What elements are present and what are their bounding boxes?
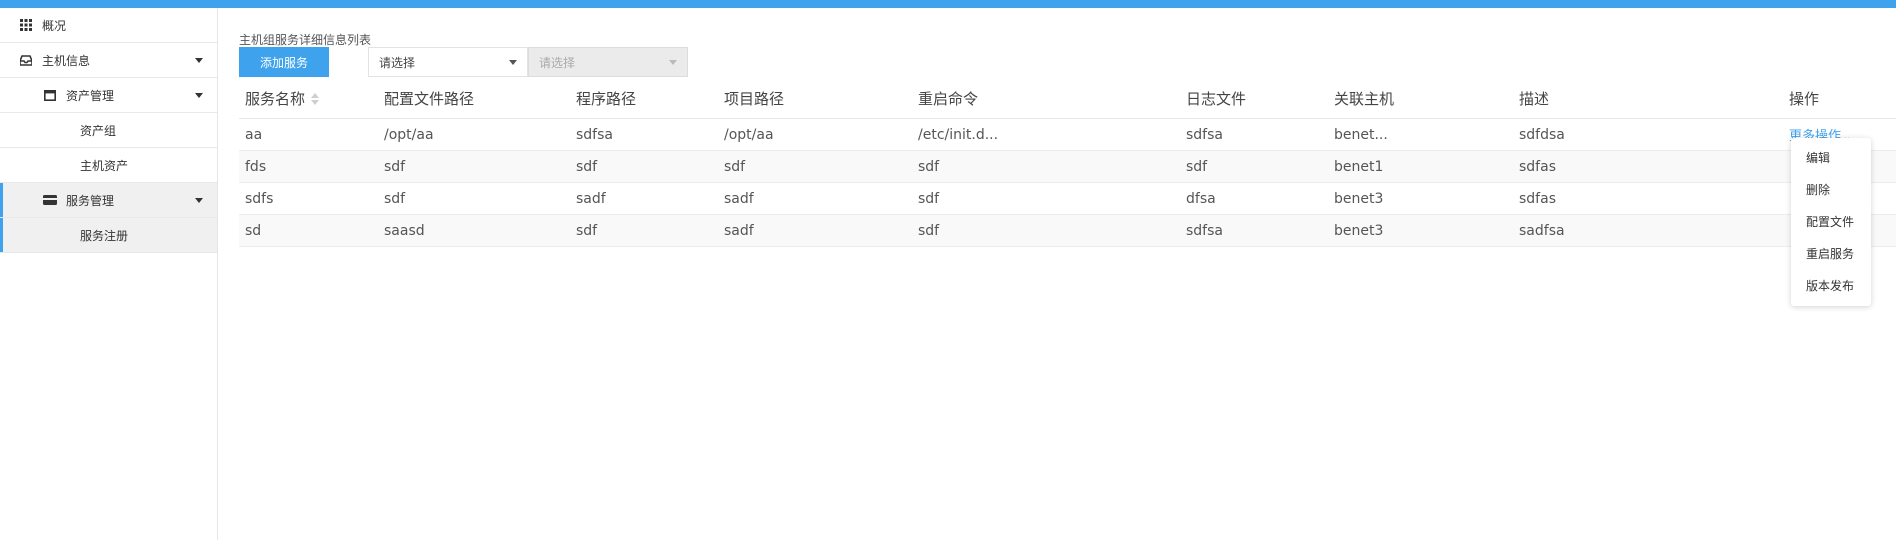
select-placeholder: 请选择 xyxy=(539,55,576,70)
service-name-link[interactable]: sdfs xyxy=(239,182,378,215)
table-cell: sdf xyxy=(912,182,1180,215)
table-cell: sadf xyxy=(570,182,718,215)
table-cell: sdf xyxy=(378,150,570,183)
select-dropdown-2: 请选择 xyxy=(528,47,688,77)
column-header: 描述 xyxy=(1513,78,1783,119)
table-cell: sdfsa xyxy=(1180,118,1328,151)
sidebar-item-asset-management[interactable]: 资产管理 xyxy=(0,78,217,113)
column-header: 项目路径 xyxy=(718,78,912,119)
sidebar-item-overview[interactable]: 概况 xyxy=(0,8,217,43)
inbox-icon xyxy=(18,53,34,67)
menu-item-config-file[interactable]: 配置文件 xyxy=(1791,206,1871,238)
column-header: 配置文件路径 xyxy=(378,78,570,119)
table-cell: sdf xyxy=(1180,150,1328,183)
table-row: fds sdf sdf sdf sdf sdf benet1 sdfas xyxy=(239,150,1896,183)
credit-card-icon xyxy=(42,193,58,207)
sidebar-item-label: 概况 xyxy=(42,18,67,33)
service-name-link[interactable]: fds xyxy=(239,150,378,183)
service-name-link[interactable]: aa xyxy=(239,118,378,151)
table-cell: sdf xyxy=(570,150,718,183)
table-cell: sdf xyxy=(912,214,1180,247)
sort-icon[interactable] xyxy=(311,93,320,105)
table-cell: benet1 xyxy=(1328,150,1513,183)
column-header: 日志文件 xyxy=(1180,78,1328,119)
table-cell: sadf xyxy=(718,182,912,215)
column-header[interactable]: 服务名称 xyxy=(239,78,378,119)
sidebar-item-label: 资产管理 xyxy=(66,88,115,103)
chevron-down-icon xyxy=(195,198,203,203)
sidebar-item-asset-group[interactable]: 资产组 xyxy=(0,113,217,148)
table-cell: sadf xyxy=(718,214,912,247)
top-bar xyxy=(0,0,1896,8)
add-service-button[interactable]: 添加服务 xyxy=(239,47,329,77)
table-cell: sdfas xyxy=(1513,150,1783,183)
menu-item-release-version[interactable]: 版本发布 xyxy=(1791,270,1871,302)
chevron-down-icon xyxy=(509,60,517,65)
column-header: 操作 xyxy=(1783,78,1896,119)
sidebar-item-label: 服务注册 xyxy=(80,228,129,243)
table-cell: sdf xyxy=(378,182,570,215)
column-header: 程序路径 xyxy=(570,78,718,119)
table-cell: saasd xyxy=(378,214,570,247)
table-cell: benet3 xyxy=(1328,182,1513,215)
menu-item-restart-service[interactable]: 重启服务 xyxy=(1791,238,1871,270)
sidebar-item-label: 主机资产 xyxy=(80,158,129,173)
table-cell: sadfsa xyxy=(1513,214,1783,247)
service-table: 服务名称 配置文件路径 程序路径 项目路径 重启命令 日志文件 关联主机 描述 … xyxy=(239,78,1896,247)
table-cell: dfsa xyxy=(1180,182,1328,215)
table-row: aa /opt/aa sdfsa /opt/aa /etc/init.d... … xyxy=(239,118,1896,151)
column-header: 重启命令 xyxy=(912,78,1180,119)
chevron-down-icon xyxy=(195,58,203,63)
more-actions-dropdown: 编辑 删除 配置文件 重启服务 版本发布 xyxy=(1791,138,1871,306)
select-placeholder: 请选择 xyxy=(379,55,416,70)
table-cell: sdf xyxy=(912,150,1180,183)
sidebar: 概况 主机信息 资产管理 资产组 主机资产 服务管理 服务注册 xyxy=(0,8,218,540)
sidebar-item-service-registration[interactable]: 服务注册 xyxy=(0,218,217,253)
sidebar-item-label: 服务管理 xyxy=(66,193,115,208)
sidebar-item-host-info[interactable]: 主机信息 xyxy=(0,43,217,78)
sidebar-item-service-management[interactable]: 服务管理 xyxy=(0,183,217,218)
table-cell: sdfas xyxy=(1513,182,1783,215)
main-content: 主机组服务详细信息列表 添加服务 请选择 请选择 服务名称 配置文件路径 程序路… xyxy=(218,8,1896,540)
table-cell: sdfsa xyxy=(1180,214,1328,247)
service-name-link[interactable]: sd xyxy=(239,214,378,247)
sidebar-item-label: 主机信息 xyxy=(42,53,91,68)
table-cell: benet... xyxy=(1328,118,1513,151)
column-header: 关联主机 xyxy=(1328,78,1513,119)
table-cell: /opt/aa xyxy=(378,118,570,151)
table-cell: sdf xyxy=(570,214,718,247)
table-cell: sdfsa xyxy=(570,118,718,151)
menu-item-delete[interactable]: 删除 xyxy=(1791,174,1871,206)
table-cell: /etc/init.d... xyxy=(912,118,1180,151)
chevron-down-icon xyxy=(195,93,203,98)
grid-icon xyxy=(18,18,34,32)
table-row: sd saasd sdf sadf sdf sdfsa benet3 sadfs… xyxy=(239,214,1896,247)
sidebar-item-label: 资产组 xyxy=(80,123,117,138)
sidebar-item-host-assets[interactable]: 主机资产 xyxy=(0,148,217,183)
section-title: 主机组服务详细信息列表 xyxy=(239,33,372,47)
select-dropdown-1[interactable]: 请选择 xyxy=(368,47,528,77)
table-cell: benet3 xyxy=(1328,214,1513,247)
window-icon xyxy=(42,88,58,102)
table-cell: /opt/aa xyxy=(718,118,912,151)
table-cell: sdf xyxy=(718,150,912,183)
table-row: sdfs sdf sadf sadf sdf dfsa benet3 sdfas xyxy=(239,182,1896,215)
chevron-down-icon xyxy=(669,60,677,65)
menu-item-edit[interactable]: 编辑 xyxy=(1791,142,1871,174)
table-cell: sdfdsa xyxy=(1513,118,1783,151)
table-header-row: 服务名称 配置文件路径 程序路径 项目路径 重启命令 日志文件 关联主机 描述 … xyxy=(239,78,1896,119)
